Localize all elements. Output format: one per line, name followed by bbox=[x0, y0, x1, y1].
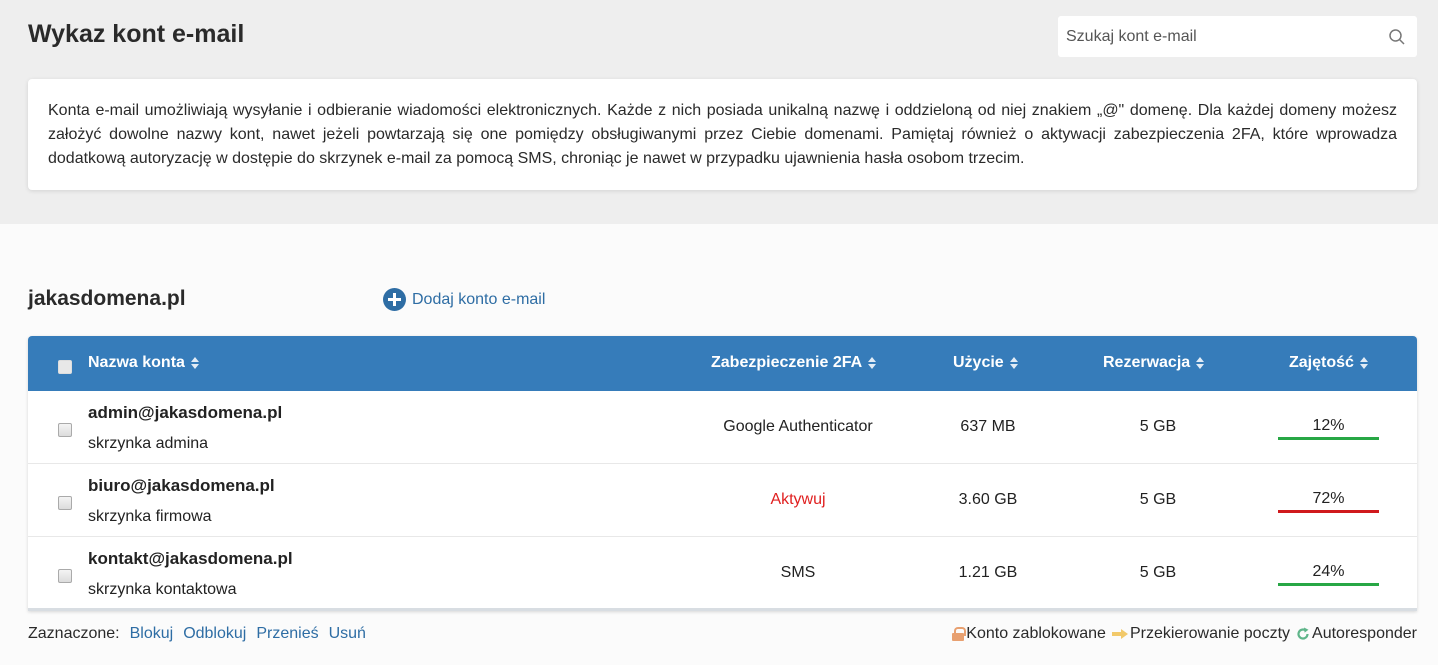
usage-value: 3.60 GB bbox=[958, 491, 1018, 508]
occupancy-meter: 72% bbox=[1278, 490, 1379, 513]
search-icon[interactable] bbox=[1388, 28, 1406, 46]
row-checkbox[interactable] bbox=[58, 496, 72, 510]
unblock-action[interactable]: Odblokuj bbox=[183, 625, 246, 643]
occupancy-meter: 12% bbox=[1278, 417, 1379, 440]
column-header-occupancy[interactable]: Zajętość bbox=[1289, 354, 1368, 372]
account-email[interactable]: kontakt@jakasdomena.pl bbox=[88, 549, 293, 569]
usage-value: 637 MB bbox=[960, 418, 1016, 435]
account-description: skrzynka kontaktowa bbox=[88, 581, 237, 598]
legend-autoresponder: Autoresponder bbox=[1296, 625, 1417, 643]
reservation-value: 5 GB bbox=[1139, 564, 1177, 581]
activate-2fa-link[interactable]: Aktywuj bbox=[688, 491, 908, 509]
legend-forward: Przekierowanie poczty bbox=[1111, 625, 1290, 643]
column-header-name[interactable]: Nazwa konta bbox=[88, 354, 199, 372]
domain-name: jakasdomena.pl bbox=[28, 287, 186, 310]
refresh-icon bbox=[1297, 627, 1309, 640]
sort-icon bbox=[1359, 356, 1368, 370]
search-input[interactable] bbox=[1058, 16, 1378, 57]
plus-circle-icon bbox=[383, 288, 406, 311]
delete-action[interactable]: Usuń bbox=[329, 625, 366, 643]
occupancy-bar bbox=[1278, 583, 1379, 586]
occupancy-value: 72% bbox=[1312, 490, 1345, 507]
account-description: skrzynka firmowa bbox=[88, 508, 212, 525]
table-row[interactable]: biuro@jakasdomena.pl skrzynka firmowa Ak… bbox=[28, 464, 1417, 537]
account-email[interactable]: admin@jakasdomena.pl bbox=[88, 403, 282, 423]
page-title: Wykaz kont e-mail bbox=[28, 20, 245, 48]
legend: Konto zablokowane Przekierowanie poczty … bbox=[948, 625, 1417, 643]
sort-icon bbox=[190, 356, 199, 370]
row-checkbox[interactable] bbox=[58, 423, 72, 437]
table-row[interactable]: kontakt@jakasdomena.pl skrzynka kontakto… bbox=[28, 537, 1417, 608]
column-header-reservation[interactable]: Rezerwacja bbox=[1103, 354, 1205, 372]
usage-value: 1.21 GB bbox=[958, 564, 1018, 581]
column-header-usage[interactable]: Użycie bbox=[953, 354, 1018, 372]
reservation-value: 5 GB bbox=[1139, 491, 1177, 508]
occupancy-meter: 24% bbox=[1278, 563, 1379, 586]
occupancy-bar bbox=[1278, 510, 1379, 513]
info-card: Konta e-mail umożliwiają wysyłanie i odb… bbox=[28, 79, 1417, 190]
table-header: Nazwa konta Zabezpieczenie 2FA Użycie Re… bbox=[28, 336, 1417, 391]
occupancy-value: 24% bbox=[1312, 563, 1345, 580]
twofa-status: Google Authenticator bbox=[723, 418, 873, 435]
sort-icon bbox=[1196, 356, 1205, 370]
sort-icon bbox=[868, 356, 877, 370]
add-account-label: Dodaj konto e-mail bbox=[412, 290, 546, 308]
add-account-button[interactable]: Dodaj konto e-mail bbox=[383, 288, 545, 311]
table-row[interactable]: admin@jakasdomena.pl skrzynka admina Goo… bbox=[28, 391, 1417, 464]
twofa-status: SMS bbox=[780, 564, 816, 581]
select-all-checkbox[interactable] bbox=[58, 360, 72, 374]
column-header-2fa[interactable]: Zabezpieczenie 2FA bbox=[711, 354, 877, 372]
block-action[interactable]: Blokuj bbox=[130, 625, 174, 643]
legend-locked: Konto zablokowane bbox=[952, 625, 1106, 643]
account-email[interactable]: biuro@jakasdomena.pl bbox=[88, 476, 275, 496]
row-checkbox[interactable] bbox=[58, 569, 72, 583]
accounts-table: Nazwa konta Zabezpieczenie 2FA Użycie Re… bbox=[28, 336, 1417, 611]
move-action[interactable]: Przenieś bbox=[256, 625, 318, 643]
search-box[interactable] bbox=[1058, 16, 1417, 57]
lock-icon bbox=[952, 627, 967, 641]
occupancy-bar bbox=[1278, 437, 1379, 440]
info-text: Konta e-mail umożliwiają wysyłanie i odb… bbox=[48, 102, 1397, 167]
sort-icon bbox=[1009, 356, 1018, 370]
bulk-actions: Zaznaczone: Blokuj Odblokuj Przenieś Usu… bbox=[28, 625, 366, 643]
occupancy-value: 12% bbox=[1312, 417, 1345, 434]
reservation-value: 5 GB bbox=[1139, 418, 1177, 435]
arrow-right-icon bbox=[1111, 629, 1128, 639]
selected-label: Zaznaczone: bbox=[28, 625, 120, 642]
account-description: skrzynka admina bbox=[88, 435, 209, 452]
